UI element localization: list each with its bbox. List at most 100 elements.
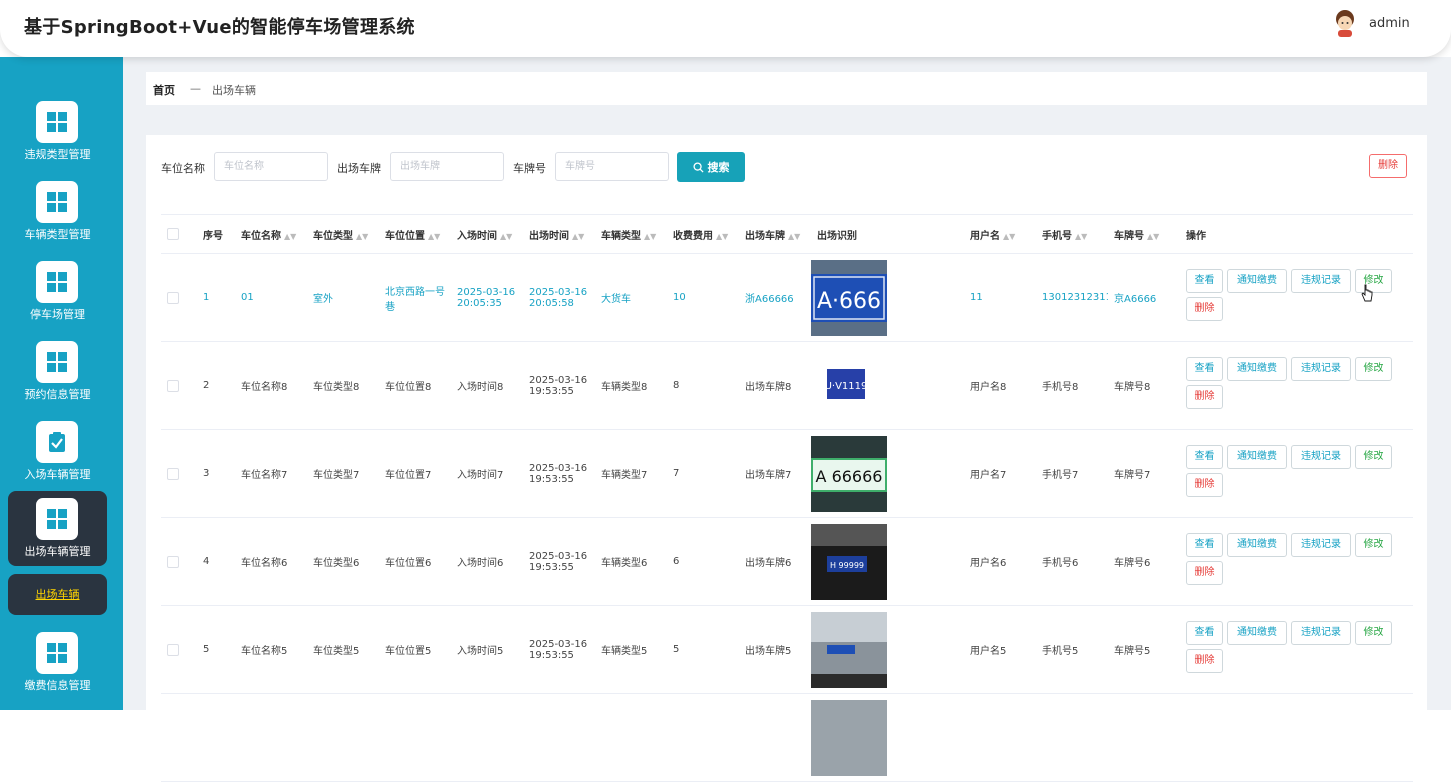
- sidebar-item-payments[interactable]: 缴费信息管理: [8, 625, 107, 700]
- plate-recognition-image[interactable]: H 99999: [811, 523, 887, 600]
- sidebar-item-exit-vehicles[interactable]: 出场车辆管理: [8, 491, 107, 566]
- col-header[interactable]: 出场车牌 ▲▼: [739, 214, 811, 254]
- batch-delete-button[interactable]: 删除: [1369, 154, 1407, 178]
- violation-record-button[interactable]: 违规记录: [1291, 445, 1351, 469]
- sort-icon[interactable]: ▲▼: [1075, 232, 1087, 241]
- sidebar-item-entry-vehicles[interactable]: 入场车辆管理: [8, 414, 107, 489]
- col-header[interactable]: 车位名称 ▲▼: [235, 214, 307, 254]
- table-row: 3 车位名称7 车位类型7 车位位置7 入场时间7 2025-03-16 19:…: [161, 429, 1413, 518]
- space-name-field[interactable]: [215, 153, 327, 180]
- username[interactable]: admin: [1369, 16, 1410, 31]
- delete-button[interactable]: 删除: [1186, 297, 1223, 321]
- delete-button[interactable]: 删除: [1186, 473, 1223, 497]
- breadcrumb-home[interactable]: 首页: [153, 82, 175, 98]
- delete-button[interactable]: 删除: [1186, 649, 1223, 673]
- row-actions: 查看 通知缴费 违规记录 修改 删除: [1186, 342, 1413, 429]
- sort-icon[interactable]: ▲▼: [284, 232, 296, 241]
- notify-payment-button[interactable]: 通知缴费: [1227, 445, 1287, 469]
- search-button[interactable]: 搜索: [677, 152, 745, 182]
- sort-icon[interactable]: ▲▼: [428, 232, 440, 241]
- grid-icon: [47, 509, 67, 529]
- plate-recognition-image[interactable]: A 66666: [811, 435, 887, 512]
- col-header[interactable]: 车辆类型 ▲▼: [595, 214, 667, 254]
- exit-plate-input[interactable]: [390, 152, 504, 181]
- cell-space-type: 车位类型7: [307, 429, 379, 518]
- row-checkbox[interactable]: [167, 291, 179, 304]
- sidebar-item-label: 出场车辆管理: [24, 545, 91, 558]
- view-button[interactable]: 查看: [1186, 621, 1223, 645]
- select-all-checkbox[interactable]: [167, 228, 179, 240]
- svg-text:A 66666: A 66666: [816, 467, 883, 486]
- sidebar-item-violation-types[interactable]: 违规类型管理: [8, 94, 107, 169]
- sidebar-item-reservations[interactable]: 预约信息管理: [8, 334, 107, 409]
- sort-icon[interactable]: ▲▼: [356, 232, 368, 241]
- clipboard-check-icon: [49, 432, 65, 452]
- notify-payment-button[interactable]: 通知缴费: [1227, 357, 1287, 381]
- cell-plate-no: 车牌号5: [1108, 605, 1180, 694]
- col-header[interactable]: 收费费用 ▲▼: [667, 214, 739, 254]
- plate-recognition-image[interactable]: U·V1119: [811, 347, 887, 424]
- row-checkbox[interactable]: [167, 467, 179, 480]
- notify-payment-button[interactable]: 通知缴费: [1227, 533, 1287, 557]
- plate-no-input[interactable]: [555, 152, 669, 181]
- cell-fee: 10: [667, 253, 739, 342]
- violation-record-button[interactable]: 违规记录: [1291, 533, 1351, 557]
- view-button[interactable]: 查看: [1186, 533, 1223, 557]
- delete-button[interactable]: 删除: [1186, 561, 1223, 585]
- table-row: 5 车位名称5 车位类型5 车位位置5 入场时间5 2025-03-16 19:…: [161, 605, 1413, 694]
- plate-recognition-image[interactable]: [811, 611, 887, 688]
- col-header[interactable]: 用户名 ▲▼: [964, 214, 1036, 254]
- col-header[interactable]: 车位位置 ▲▼: [379, 214, 451, 254]
- col-header[interactable]: 出场时间 ▲▼: [523, 214, 595, 254]
- col-header[interactable]: 入场时间 ▲▼: [451, 214, 523, 254]
- sort-icon[interactable]: ▲▼: [788, 232, 800, 241]
- sort-icon[interactable]: ▲▼: [644, 232, 656, 241]
- plate-no-field[interactable]: [556, 153, 668, 180]
- col-header[interactable]: 手机号 ▲▼: [1036, 214, 1108, 254]
- exit-plate-field[interactable]: [391, 153, 503, 180]
- cell-exit-time: 2025-03-16 20:05:58: [523, 253, 595, 342]
- cell-space-type: 车位类型8: [307, 341, 379, 430]
- sort-icon[interactable]: ▲▼: [1003, 232, 1015, 241]
- violation-record-button[interactable]: 违规记录: [1291, 357, 1351, 381]
- violation-record-button[interactable]: 违规记录: [1291, 621, 1351, 645]
- notify-payment-button[interactable]: 通知缴费: [1227, 269, 1287, 293]
- hand-cursor-icon: [1361, 284, 1373, 302]
- exit-plate-label: 出场车牌: [337, 162, 381, 175]
- space-name-input[interactable]: [214, 152, 328, 181]
- view-button[interactable]: 查看: [1186, 357, 1223, 381]
- edit-button[interactable]: 修改: [1355, 357, 1392, 381]
- sidebar-item-vehicle-types[interactable]: 车辆类型管理: [8, 174, 107, 249]
- avatar[interactable]: [1331, 8, 1359, 38]
- edit-button[interactable]: 修改: [1355, 621, 1392, 645]
- sort-icon[interactable]: ▲▼: [572, 232, 584, 241]
- cell-space-type: 室外: [307, 253, 379, 342]
- edit-button[interactable]: 修改: [1355, 445, 1392, 469]
- plate-no-label: 车牌号: [513, 162, 546, 175]
- delete-button[interactable]: 删除: [1186, 385, 1223, 409]
- sidebar-item-parking-lots[interactable]: 停车场管理: [8, 254, 107, 329]
- col-header[interactable]: 车牌号 ▲▼: [1108, 214, 1180, 254]
- cell-vehicle-type: 大货车: [595, 253, 667, 342]
- sort-icon[interactable]: ▲▼: [1147, 232, 1159, 241]
- sidebar-subitem-exit-vehicles[interactable]: 出场车辆: [8, 574, 107, 615]
- violation-record-button[interactable]: 违规记录: [1291, 269, 1351, 293]
- row-checkbox[interactable]: [167, 643, 179, 656]
- cell-entry-time: 入场时间7: [451, 429, 523, 518]
- sort-icon[interactable]: ▲▼: [500, 232, 512, 241]
- sidebar-item-label: 车辆类型管理: [24, 228, 91, 241]
- row-checkbox[interactable]: [167, 379, 179, 392]
- notify-payment-button[interactable]: 通知缴费: [1227, 621, 1287, 645]
- cell-phone: 13012312311: [1036, 253, 1108, 342]
- plate-recognition-image[interactable]: A·666: [811, 259, 887, 336]
- plate-recognition-image[interactable]: [811, 699, 887, 776]
- cell-exit-time: 2025-03-16 19:53:55: [523, 517, 595, 606]
- view-button[interactable]: 查看: [1186, 269, 1223, 293]
- edit-button[interactable]: 修改: [1355, 533, 1392, 557]
- view-button[interactable]: 查看: [1186, 445, 1223, 469]
- sidebar-item-label: 入场车辆管理: [24, 468, 91, 481]
- col-header[interactable]: 车位类型 ▲▼: [307, 214, 379, 254]
- sort-icon[interactable]: ▲▼: [716, 232, 728, 241]
- cell-no: 1: [197, 253, 235, 342]
- row-checkbox[interactable]: [167, 555, 179, 568]
